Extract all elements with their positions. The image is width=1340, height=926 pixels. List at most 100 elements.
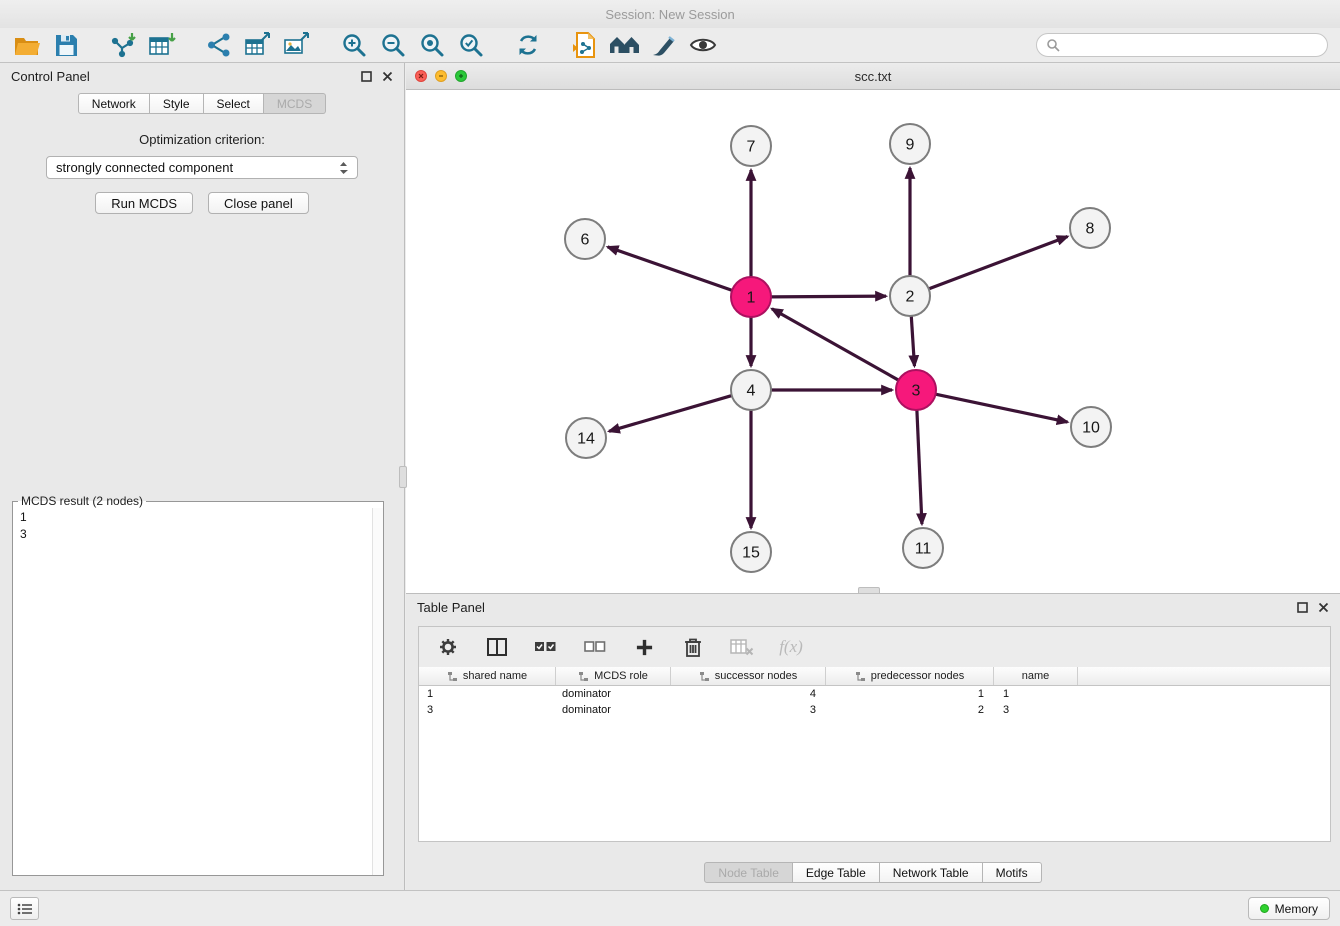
export-image-button[interactable]: [282, 30, 312, 60]
graph-node-3[interactable]: 3: [896, 370, 936, 410]
graph-node-4[interactable]: 4: [731, 370, 771, 410]
column-header-name[interactable]: name: [994, 667, 1078, 685]
graph-edge-2-8[interactable]: [929, 236, 1068, 288]
vertical-splitter-grip[interactable]: [399, 466, 407, 488]
graph-edge-4-14[interactable]: [609, 396, 732, 432]
layout-group: [513, 30, 543, 60]
first-neighbors-button[interactable]: [609, 30, 640, 60]
column-header-successor-nodes[interactable]: successor nodes: [671, 667, 826, 685]
tab-node-table[interactable]: Node Table: [704, 862, 793, 883]
column-header-predecessor-nodes[interactable]: predecessor nodes: [826, 667, 994, 685]
zoom-out-button[interactable]: [378, 30, 408, 60]
houses-icon: [609, 33, 640, 57]
tab-edge-table[interactable]: Edge Table: [793, 862, 880, 883]
criterion-dropdown[interactable]: strongly connected component: [46, 156, 358, 179]
style-brush-button[interactable]: [649, 30, 679, 60]
close-panel-icon[interactable]: [382, 71, 393, 82]
mcds-result-line: 3: [20, 526, 383, 543]
graph-node-9[interactable]: 9: [890, 124, 930, 164]
cell-successor-nodes: 4: [671, 688, 826, 700]
zoom-fit-button[interactable]: [417, 30, 447, 60]
new-network-button[interactable]: [204, 30, 234, 60]
graph-node-6[interactable]: 6: [565, 219, 605, 259]
close-table-panel-icon[interactable]: [1318, 602, 1329, 613]
maximize-window-icon[interactable]: [455, 70, 467, 82]
float-panel-icon[interactable]: [361, 71, 372, 82]
tab-select[interactable]: Select: [204, 93, 264, 114]
delete-table-button[interactable]: [727, 632, 757, 662]
open-session-button[interactable]: [12, 30, 42, 60]
split-panel-button[interactable]: [482, 632, 512, 662]
svg-text:15: 15: [742, 545, 760, 562]
search-input[interactable]: [1066, 38, 1318, 52]
split-columns-icon: [487, 638, 507, 656]
mcds-result-line: 1: [20, 509, 383, 526]
add-column-button[interactable]: [629, 632, 659, 662]
gear-icon: [438, 637, 458, 657]
graph-node-11[interactable]: 11: [903, 528, 943, 568]
share-network-icon: [206, 32, 232, 58]
unchecked-boxes-icon: [584, 640, 606, 654]
zoom-selected-button[interactable]: [456, 30, 486, 60]
column-header-mcds-role[interactable]: MCDS role: [556, 667, 671, 685]
graph-node-1[interactable]: 1: [731, 277, 771, 317]
dropdown-stepper-icon: [339, 161, 348, 175]
tab-style[interactable]: Style: [150, 93, 204, 114]
tab-network[interactable]: Network: [78, 93, 150, 114]
toolbar-search-box[interactable]: [1036, 33, 1328, 57]
graph-edge-1-2[interactable]: [771, 296, 886, 297]
title-bar[interactable]: Session: New Session: [0, 0, 1340, 28]
table-panel-header: Table Panel: [406, 594, 1340, 621]
zoom-in-button[interactable]: [339, 30, 369, 60]
network-canvas[interactable]: 1 2 3 4 6 7 8 9 10 11 14 15: [406, 90, 1340, 593]
graph-edge-3-11[interactable]: [917, 410, 922, 524]
table-row[interactable]: 1 dominator 4 1 1: [419, 686, 1330, 702]
graph-edge-3-10[interactable]: [936, 394, 1068, 422]
show-graphics-details-button[interactable]: [688, 30, 718, 60]
import-table-button[interactable]: [147, 30, 177, 60]
duplicate-network-button[interactable]: [570, 30, 600, 60]
minimize-window-icon[interactable]: [435, 70, 447, 82]
run-mcds-button[interactable]: Run MCDS: [95, 192, 193, 214]
tab-motifs[interactable]: Motifs: [983, 862, 1042, 883]
svg-text:2: 2: [906, 289, 915, 306]
tab-network-table[interactable]: Network Table: [880, 862, 983, 883]
control-panel: Control Panel Network Style Select MCDS …: [0, 63, 405, 890]
control-panel-header: Control Panel: [0, 63, 404, 90]
graph-node-2[interactable]: 2: [890, 276, 930, 316]
column-header-shared-name[interactable]: shared name: [419, 667, 556, 685]
close-window-icon[interactable]: [415, 70, 427, 82]
float-table-panel-icon[interactable]: [1297, 602, 1308, 613]
deselect-all-rows-button[interactable]: [580, 632, 610, 662]
table-settings-button[interactable]: [433, 632, 463, 662]
graph-edge-1-6[interactable]: [608, 247, 732, 290]
close-panel-button[interactable]: Close panel: [208, 192, 309, 214]
export-table-button[interactable]: [243, 30, 273, 60]
network-window-titlebar[interactable]: scc.txt: [406, 63, 1340, 90]
select-all-rows-button[interactable]: [531, 632, 561, 662]
graph-node-7[interactable]: 7: [731, 126, 771, 166]
graph-edge-3-1[interactable]: [772, 309, 899, 380]
graph-node-15[interactable]: 15: [731, 532, 771, 572]
cell-predecessor-nodes: 2: [826, 704, 994, 716]
table-row[interactable]: 3 dominator 3 2 3: [419, 702, 1330, 718]
tab-mcds[interactable]: MCDS: [264, 93, 326, 114]
svg-text:4: 4: [747, 383, 756, 400]
delete-columns-button[interactable]: [678, 632, 708, 662]
result-scrollbar[interactable]: [372, 508, 383, 875]
optimization-criterion-label: Optimization criterion:: [0, 132, 404, 147]
import-network-button[interactable]: [108, 30, 138, 60]
graph-node-8[interactable]: 8: [1070, 208, 1110, 248]
status-bar: Memory: [0, 890, 1340, 926]
paintbrush-icon: [651, 33, 677, 57]
function-builder-button[interactable]: f(x): [776, 632, 806, 662]
memory-button[interactable]: Memory: [1248, 897, 1330, 920]
task-history-button[interactable]: [10, 897, 39, 920]
cell-shared-name: 3: [419, 704, 556, 716]
graph-edge-2-3[interactable]: [911, 316, 914, 366]
svg-text:14: 14: [577, 431, 595, 448]
save-session-button[interactable]: [51, 30, 81, 60]
apply-layout-button[interactable]: [513, 30, 543, 60]
graph-node-14[interactable]: 14: [566, 418, 606, 458]
graph-node-10[interactable]: 10: [1071, 407, 1111, 447]
